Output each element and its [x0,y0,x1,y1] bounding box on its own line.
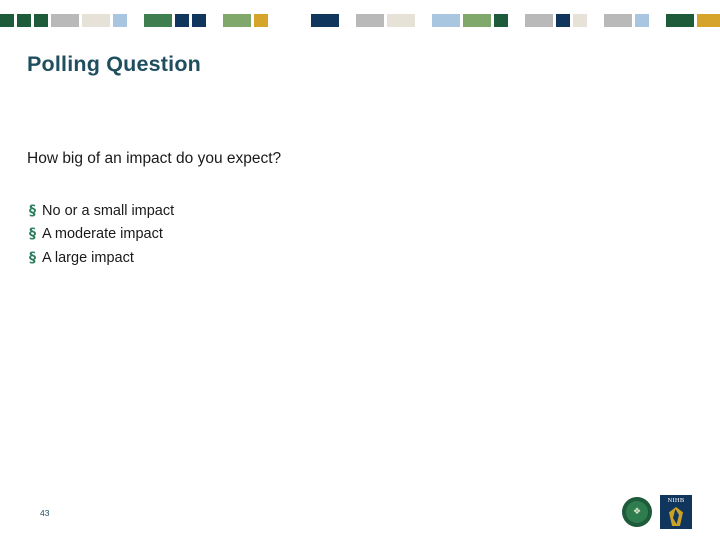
nihb-logo: NIHB [660,495,692,529]
color-bar-segment [0,14,14,27]
footer-logos: ❖ NIHB [622,495,694,529]
color-bar-segment [175,14,189,27]
slide: Polling Question How big of an impact do… [0,0,720,540]
list-item: § A large impact [29,249,529,267]
color-bar-segment [463,14,491,27]
color-bar-segment [130,14,144,27]
bullet-marker-icon: § [29,203,36,219]
list-item-label: A moderate impact [42,226,163,243]
color-bar-segment [652,14,666,27]
color-bar-segment [573,14,587,27]
color-bar-segment [271,14,311,27]
tribal-seal-logo-icon: ❖ [622,497,652,527]
color-bar-segment [525,14,553,27]
bullet-marker-icon: § [29,249,36,266]
color-bar-segment [192,14,206,27]
color-bar-segment [82,14,110,27]
bullet-marker-icon: § [29,226,36,243]
color-bar-segment [17,14,31,27]
color-bar-segment [556,14,570,27]
list-item-label: A large impact [42,249,134,266]
color-bar-segment [311,14,339,27]
color-bar-segment [590,14,604,27]
color-bar-segment [356,14,384,27]
color-bar-segment [342,14,356,27]
list-item: § No or a small impact [29,203,529,220]
color-bar-segment [604,14,632,27]
color-bar-segment [144,14,172,27]
color-bar-segment [432,14,460,27]
color-bar-segment [209,14,223,27]
list-item-label: No or a small impact [42,203,175,219]
color-bar-segment [387,14,415,27]
color-bar-segment [666,14,694,27]
color-bar-segment [254,14,268,27]
color-bar-segment [697,14,720,27]
color-bar-segment [223,14,251,27]
color-bar-segment [635,14,649,27]
color-bar-segment [113,14,127,27]
list-item: § A moderate impact [29,226,529,243]
color-bar-segment [418,14,432,27]
color-bar-segment [51,14,79,27]
color-bar-segment [34,14,48,27]
nihb-logo-label: NIHB [667,497,685,504]
color-bar-segment [494,14,508,27]
slide-number: 43 [40,508,50,518]
poll-question-text: How big of an impact do you expect? [27,150,282,167]
poll-options-list: § No or a small impact § A moderate impa… [29,203,529,274]
page-title: Polling Question [27,52,202,76]
decorative-color-bar [0,14,720,27]
seal-glyph: ❖ [632,507,642,517]
color-bar-segment [511,14,525,27]
